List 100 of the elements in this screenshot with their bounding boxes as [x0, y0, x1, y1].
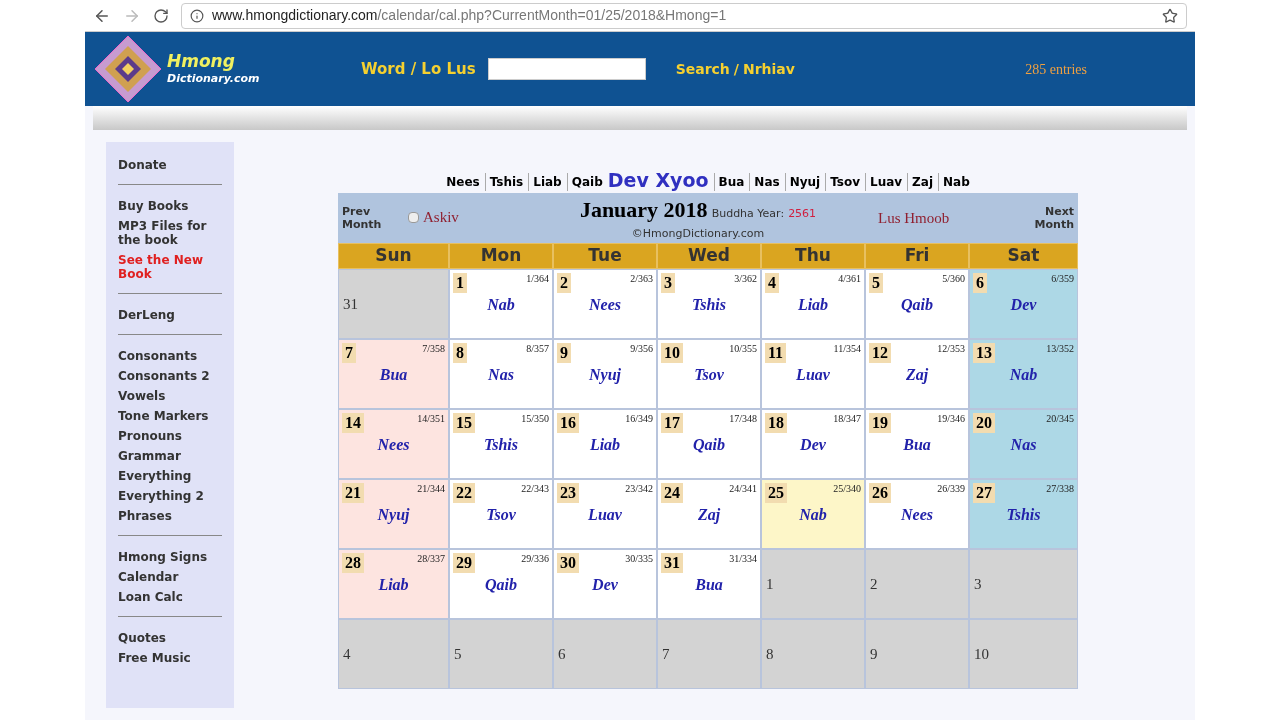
calendar-day-cell[interactable]: 22 22/343 Tsov: [449, 479, 553, 549]
lus-hmoob-link[interactable]: Lus Hmoob: [878, 206, 950, 230]
calendar-day-cell[interactable]: 31 31/334 Bua: [657, 549, 761, 619]
day-animal-name: Tsov: [486, 505, 516, 525]
prev-month-link[interactable]: Prev Month: [342, 205, 408, 231]
calendar-cell: 10: [969, 619, 1078, 689]
sidebar-link[interactable]: Calendar: [118, 570, 222, 584]
zodiac-month-link[interactable]: Liab: [528, 173, 562, 191]
sidebar-link[interactable]: MP3 Files for the book: [118, 219, 222, 247]
calendar-day-cell[interactable]: 17 17/348 Qaib: [657, 409, 761, 479]
calendar-day-cell[interactable]: 12 12/353 Zaj: [865, 339, 969, 409]
sidebar-link[interactable]: Donate: [118, 158, 222, 172]
calendar-day-cell[interactable]: 25 25/340 Nab: [761, 479, 865, 549]
day-animal-name: Nas: [488, 365, 514, 385]
address-bar[interactable]: www.hmongdictionary.com/calendar/cal.php?CurrentMonth=01/25/2018&Hmong=1: [181, 2, 1187, 29]
day-number: 7: [342, 343, 356, 363]
sidebar-link[interactable]: Phrases: [118, 509, 222, 523]
sidebar-link[interactable]: Quotes: [118, 631, 222, 645]
zodiac-month-link[interactable]: Nyuj: [784, 173, 821, 191]
calendar-day-cell[interactable]: 29 29/336 Qaib: [449, 549, 553, 619]
sidebar-link[interactable]: Vowels: [118, 389, 222, 403]
day-number: 5: [869, 273, 883, 293]
calendar-day-cell[interactable]: 3 3/362 Tshis: [657, 269, 761, 339]
calendar-cell: 3: [969, 549, 1078, 619]
day-animal-name: Liab: [589, 435, 621, 455]
zodiac-month-link[interactable]: Zaj: [907, 173, 933, 191]
day-animal-name: Nyuj: [589, 365, 621, 386]
sidebar-link[interactable]: Everything: [118, 469, 222, 483]
next-month-link[interactable]: Next Month: [1024, 205, 1074, 231]
calendar-day-cell[interactable]: 14 14/351 Nees: [338, 409, 449, 479]
zodiac-month-link[interactable]: Dev Xyoo: [607, 169, 709, 191]
sidebar-link[interactable]: Consonants: [118, 349, 222, 363]
calendar-day-cell[interactable]: 11 11/354 Luav: [761, 339, 865, 409]
askiv-checkbox[interactable]: [408, 211, 419, 223]
sidebar-link[interactable]: Buy Books: [118, 199, 222, 213]
calendar-day-cell[interactable]: 5 5/360 Qaib: [865, 269, 969, 339]
reload-icon[interactable]: [153, 7, 169, 24]
calendar-day-cell[interactable]: 6 6/359 Dev: [969, 269, 1078, 339]
day-count: 3/362: [734, 273, 757, 285]
askiv-label[interactable]: Askiv: [423, 205, 459, 229]
day-number: 12: [869, 343, 891, 363]
zodiac-month-link[interactable]: Nas: [749, 173, 780, 191]
day-number: 11: [765, 343, 787, 363]
calendar-cell: 31: [338, 269, 449, 339]
sidebar-link[interactable]: Tone Markers: [118, 409, 222, 423]
calendar-day-cell[interactable]: 24 24/341 Zaj: [657, 479, 761, 549]
calendar-day-cell[interactable]: 20 20/345 Nas: [969, 409, 1078, 479]
calendar-day-cell[interactable]: 2 2/363 Nees: [553, 269, 657, 339]
calendar-day-cell[interactable]: 26 26/339 Nees: [865, 479, 969, 549]
calendar-day-cell[interactable]: 13 13/352 Nab: [969, 339, 1078, 409]
day-number: 9: [557, 343, 571, 363]
calendar-cell: 8: [761, 619, 865, 689]
sidebar-link[interactable]: Hmong Signs: [118, 550, 222, 564]
calendar-day-cell[interactable]: 18 18/347 Dev: [761, 409, 865, 479]
calendar-day-cell[interactable]: 15 15/350 Tshis: [449, 409, 553, 479]
search-label-hmong[interactable]: Nrhiav: [742, 58, 795, 80]
bookmark-star-icon[interactable]: [1162, 7, 1178, 24]
weekday-header: Sat: [969, 243, 1078, 269]
day-number: 23: [557, 483, 579, 503]
sidebar-link[interactable]: DerLeng: [118, 308, 222, 322]
day-count: 9/356: [630, 343, 653, 355]
zodiac-month-link[interactable]: Tsov: [825, 173, 860, 191]
day-count: 8/357: [526, 343, 549, 355]
calendar-day-cell[interactable]: 19 19/346 Bua: [865, 409, 969, 479]
zodiac-month-link[interactable]: Tshis: [484, 173, 524, 191]
sidebar-link[interactable]: Consonants 2: [118, 369, 222, 383]
zodiac-month-link[interactable]: Luav: [865, 173, 903, 191]
calendar-day-cell[interactable]: 21 21/344 Nyuj: [338, 479, 449, 549]
sidebar-link[interactable]: Loan Calc: [118, 590, 222, 604]
calendar-day-cell[interactable]: 10 10/355 Tsov: [657, 339, 761, 409]
calendar-day-cell[interactable]: 28 28/337 Liab: [338, 549, 449, 619]
day-number: 26: [869, 483, 891, 503]
logo-icon: [93, 34, 163, 104]
word-search-field[interactable]: [487, 58, 646, 80]
calendar-day-cell[interactable]: 9 9/356 Nyuj: [553, 339, 657, 409]
calendar-day-cell[interactable]: 1 1/364 Nab: [449, 269, 553, 339]
sidebar-link[interactable]: See the New Book: [118, 253, 222, 281]
day-animal-name: Zaj: [697, 505, 721, 526]
day-animal-name: Liab: [378, 575, 409, 595]
day-number: 16: [557, 413, 579, 433]
day-number: 4: [765, 273, 779, 293]
search-label[interactable]: Search: [675, 58, 730, 80]
sidebar-link[interactable]: Everything 2: [118, 489, 222, 503]
calendar-day-cell[interactable]: 4 4/361 Liab: [761, 269, 865, 339]
zodiac-month-link[interactable]: Qaib: [566, 173, 603, 191]
sidebar-link[interactable]: Grammar: [118, 449, 222, 463]
calendar-cell: 7: [657, 619, 761, 689]
calendar-day-cell[interactable]: 23 23/342 Luav: [553, 479, 657, 549]
calendar-cell: 6: [553, 619, 657, 689]
calendar-day-cell[interactable]: 16 16/349 Liab: [553, 409, 657, 479]
calendar-day-cell[interactable]: 27 27/338 Tshis: [969, 479, 1078, 549]
zodiac-month-link[interactable]: Nees: [446, 173, 480, 191]
calendar-day-cell[interactable]: 8 8/357 Nas: [449, 339, 553, 409]
day-count: 21/344: [417, 483, 445, 495]
zodiac-month-link[interactable]: Nab: [938, 173, 970, 191]
sidebar-link[interactable]: Free Music: [118, 651, 222, 665]
zodiac-month-link[interactable]: Bua: [713, 173, 745, 191]
calendar-day-cell[interactable]: 30 30/335 Dev: [553, 549, 657, 619]
sidebar-link[interactable]: Pronouns: [118, 429, 222, 443]
calendar-day-cell[interactable]: 7 7/358 Bua: [338, 339, 449, 409]
